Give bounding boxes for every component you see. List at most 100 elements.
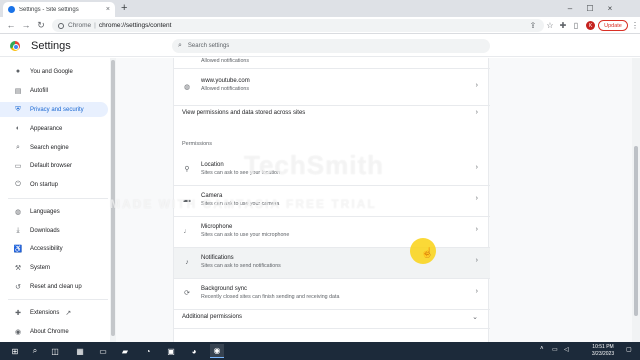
sidebar-item-label: You and Google [30, 68, 73, 75]
browser-toolbar: ← → ↻ Chrome | chrome://settings/content… [0, 17, 640, 34]
share-icon[interactable]: ⇪ [528, 20, 538, 30]
sidebar-item-system[interactable]: ⚒ System [0, 260, 108, 275]
search-placeholder: Search settings [187, 43, 230, 49]
site-row-youtube[interactable]: ◍ www.youtube.com Allowed notifications … [174, 69, 490, 105]
view-permissions-row[interactable]: View permissions and data stored across … [174, 106, 490, 124]
power-icon: ⏻ [15, 180, 21, 188]
sidebar-item-accessibility[interactable]: ♿ Accessibility [0, 241, 108, 256]
chrome-logo-icon [10, 41, 20, 51]
sidebar-item-default-browser[interactable]: ▭ Default browser [0, 158, 108, 173]
autofill-icon: ▤ [14, 87, 22, 95]
sidebar-item-appearance[interactable]: ◐ Appearance [0, 121, 108, 136]
edge-browser-icon[interactable]: ◔ [141, 344, 155, 358]
back-arrow-icon[interactable]: ← [5, 19, 17, 31]
sidebar-item-reset-and-clean-up[interactable]: ↺ Reset and clean up [0, 279, 108, 294]
permission-row-notifications[interactable]: ♪ Notifications Sites can ask to send no… [174, 248, 490, 278]
sidebar-item-downloads[interactable]: ⤓ Downloads [0, 223, 108, 238]
sidebar-item-label: Autofill [30, 87, 49, 94]
permission-title: Microphone [201, 224, 233, 230]
permission-title: Background sync [201, 286, 248, 292]
tab-close-icon[interactable]: × [106, 6, 110, 13]
close-window-button[interactable]: × [600, 0, 620, 17]
palette-icon: ◐ [15, 125, 21, 132]
chevron-right-icon: › [475, 195, 478, 202]
watermark-trial-text: MADE WITH CAMTASIA FREE TRIAL [110, 197, 377, 211]
store-app-icon[interactable]: ▣ [164, 344, 178, 358]
sidebar-item-privacy-and-security[interactable]: ⛨ Privacy and security [0, 102, 108, 117]
person-icon: ● [15, 68, 21, 75]
site-row-title: www.youtube.com [201, 78, 250, 84]
sidebar-item-languages[interactable]: ◍ Languages [0, 204, 108, 219]
view-permissions-label: View permissions and data stored across … [182, 110, 306, 116]
omnibox-origin: Chrome [68, 22, 92, 29]
sidebar-item-label: On startup [30, 181, 59, 188]
taskbar-clock[interactable]: 10:51 PM 3/23/2023 [586, 344, 620, 358]
widgets-icon[interactable]: ▦ [73, 344, 87, 358]
permission-title: Notifications [201, 255, 234, 261]
microphone-icon: ♩ [183, 227, 191, 235]
sidebar-item-label: Appearance [30, 125, 63, 132]
extensions-puzzle-icon[interactable]: ✚ [558, 20, 568, 30]
taskbar-search-icon[interactable]: ⌕ [28, 344, 42, 358]
clock-date: 3/23/2023 [591, 351, 615, 357]
chrome-taskbar-icon[interactable]: ◉ [210, 344, 224, 358]
task-view-icon[interactable]: ◫ [48, 344, 62, 358]
browser-icon: ▭ [14, 162, 22, 170]
network-icon[interactable]: ▭ [552, 346, 558, 353]
more-menu-icon[interactable]: ⋮ [630, 20, 640, 30]
settings-favicon-icon [8, 6, 15, 13]
reload-icon[interactable]: ↻ [35, 19, 47, 31]
side-panel-icon[interactable]: ▯ [571, 20, 581, 30]
tab-settings[interactable]: Settings - Site settings × [3, 2, 115, 17]
puzzle-icon: ✚ [15, 309, 21, 317]
omnibox-separator: | [94, 22, 96, 29]
sidebar-item-extensions[interactable]: ✚ Extensions ↗ [0, 305, 108, 320]
sidebar-item-search-engine[interactable]: ⌕ Search engine [0, 140, 108, 155]
download-icon: ⤓ [16, 226, 20, 234]
windows-start-icon[interactable]: ⊞ [8, 344, 22, 358]
update-button[interactable]: Update [598, 20, 628, 31]
address-bar[interactable]: Chrome | chrome://settings/content [52, 19, 544, 32]
permission-row-background-sync[interactable]: ⟳ Background sync Recently closed sites … [174, 279, 490, 309]
shield-icon: ⛨ [15, 105, 21, 113]
search-icon: ⌕ [178, 42, 182, 49]
file-explorer-icon[interactable]: ▰ [118, 344, 132, 358]
maximize-button[interactable]: ☐ [580, 0, 600, 17]
permissions-heading: Permissions [182, 141, 212, 147]
sidebar-item-label: Privacy and security [30, 106, 84, 113]
minimize-button[interactable]: – [560, 0, 580, 17]
chevron-right-icon: › [475, 82, 478, 89]
new-tab-button[interactable]: + [121, 2, 127, 14]
notifications-icon[interactable]: ▢ [626, 346, 632, 353]
sidebar-item-on-startup[interactable]: ⏻ On startup [0, 177, 108, 192]
page-scrollbar[interactable] [632, 58, 640, 342]
chevron-right-icon: › [475, 226, 478, 233]
bookmark-star-icon[interactable]: ☆ [545, 20, 555, 30]
sidebar-item-autofill[interactable]: ▤ Autofill [0, 83, 108, 98]
additional-permissions-label: Additional permissions [182, 314, 243, 320]
accessibility-icon: ♿ [13, 245, 23, 253]
forward-arrow-icon[interactable]: → [20, 19, 32, 31]
page-scrollbar-thumb[interactable] [634, 146, 638, 316]
firefox-icon[interactable]: ◕ [187, 344, 201, 358]
terminal-app-icon[interactable]: ▭ [96, 344, 110, 358]
sidebar-item-label: Languages [30, 208, 60, 215]
profile-avatar[interactable]: K [586, 21, 595, 30]
site-info-icon[interactable] [58, 22, 64, 29]
chevron-right-icon: › [475, 164, 478, 171]
tray-chevron-up-icon[interactable]: ˄ [540, 346, 544, 352]
search-settings-input[interactable]: ⌕ Search settings [172, 39, 490, 53]
permission-row-microphone[interactable]: ♩ Microphone Sites can ask to use your m… [174, 217, 490, 247]
sidebar-item-you-and-google[interactable]: ● You and Google [0, 64, 108, 79]
settings-header: Settings ⌕ Search settings [0, 35, 640, 57]
volume-icon[interactable]: ◁ [564, 346, 569, 353]
tab-title: Settings - Site settings [19, 6, 79, 13]
sync-icon: ⟳ [184, 290, 190, 297]
chevron-right-icon: › [475, 257, 478, 264]
page-title: Settings [31, 40, 71, 52]
site-globe-icon: ◍ [183, 84, 191, 91]
sidebar-item-label: About Chrome [30, 328, 69, 335]
additional-permissions-row[interactable]: Additional permissions ⌄ [174, 310, 490, 328]
sidebar-item-about-chrome[interactable]: ◉ About Chrome [0, 324, 108, 339]
sidebar-item-label: Reset and clean up [30, 283, 82, 290]
